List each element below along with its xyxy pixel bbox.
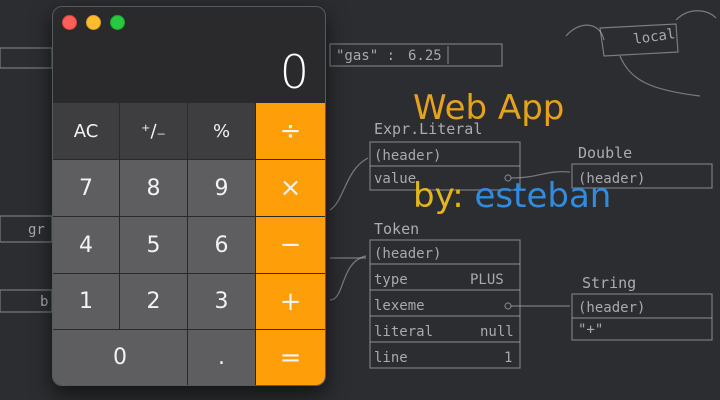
window-controls [62,15,125,30]
bg-text-string: String [582,274,636,292]
digit-4-button[interactable]: 4 [53,217,120,274]
calculator-display: 0 [279,45,309,99]
multiply-button[interactable]: × [256,160,325,217]
digit-3-button[interactable]: 3 [188,274,256,330]
plus-minus-button[interactable]: ⁺∕₋ [120,103,188,160]
digit-6-button[interactable]: 6 [188,217,256,274]
keypad: AC ⁺∕₋ % ÷ 7 8 9 × 4 5 6 − 1 2 3 + 0 . = [53,103,325,385]
digit-0-button[interactable]: 0 [53,330,188,385]
clear-button[interactable]: AC [53,103,120,160]
minimize-button[interactable] [86,15,101,30]
byline-label: by: [413,176,464,216]
bg-text-header-4: (header) [578,300,645,316]
zoom-button[interactable] [110,15,125,30]
subtract-button[interactable]: − [256,217,325,274]
bg-text-header-1: (header) [374,148,441,164]
bg-text-literal: literal [374,324,433,340]
bg-text-type: type [374,272,408,288]
calculator-window: 0 AC ⁺∕₋ % ÷ 7 8 9 × 4 5 6 − 1 2 3 + 0 .… [52,6,326,386]
author-name: esteban [474,176,612,216]
bg-text-header-3: (header) [374,246,441,262]
bg-text-lexeme: lexeme [374,298,425,314]
digit-7-button[interactable]: 7 [53,160,120,217]
decimal-button[interactable]: . [188,330,256,385]
bg-text-local: local [632,26,676,48]
bg-text-double: Double [578,144,632,162]
bg-text-plus-literal: "+" [578,322,603,338]
digit-2-button[interactable]: 2 [120,274,188,330]
digit-5-button[interactable]: 5 [120,217,188,274]
bg-text-b: b [40,294,48,310]
bg-text-plus: PLUS [470,272,504,288]
bg-text-line: line [374,350,408,366]
percent-button[interactable]: % [188,103,256,160]
divide-button[interactable]: ÷ [256,103,325,160]
digit-1-button[interactable]: 1 [53,274,120,330]
bg-text-token: Token [374,220,419,238]
app-title: Web App [413,88,565,128]
digit-8-button[interactable]: 8 [120,160,188,217]
digit-9-button[interactable]: 9 [188,160,256,217]
close-button[interactable] [62,15,77,30]
bg-text-value: value [374,171,416,187]
add-button[interactable]: + [256,274,325,330]
byline: by: esteban [413,176,611,216]
bg-text-one: 1 [504,350,512,366]
bg-text-625: 6.25 [408,48,442,64]
bg-text-null: null [480,324,514,340]
bg-text-gr: gr [28,222,45,238]
equals-button[interactable]: = [256,330,325,385]
bg-text-gas: "gas" : [336,48,395,64]
